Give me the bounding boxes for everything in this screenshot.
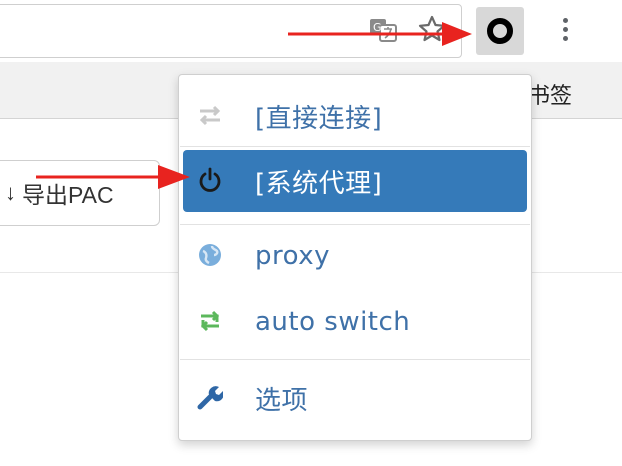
menu-item-options[interactable]: 选项 <box>183 367 527 429</box>
menu-item-label: [系统代理] <box>255 168 383 199</box>
menu-item-direct[interactable]: [直接连接] <box>183 85 527 147</box>
menu-item-auto-switch[interactable]: auto switch <box>183 291 527 353</box>
menu-item-system-proxy[interactable]: [系统代理] <box>183 150 527 212</box>
proxy-switch-popup: [直接连接] [系统代理] proxy auto switch 选项 <box>178 74 532 441</box>
annotation-arrow-icon <box>36 165 190 189</box>
auto-switch-icon <box>200 310 220 332</box>
menu-item-proxy[interactable]: proxy <box>183 225 527 287</box>
transfer-arrows-icon <box>199 105 221 126</box>
annotation-arrow-icon <box>288 22 472 46</box>
globe-icon <box>199 244 221 266</box>
bookmarks-label[interactable]: 书签 <box>528 78 572 110</box>
export-icon: ↓ <box>5 180 16 205</box>
switchyomega-ring-icon <box>487 18 513 44</box>
wrench-icon <box>197 386 223 410</box>
menu-item-label: [直接连接] <box>255 103 383 134</box>
menu-separator <box>180 146 530 147</box>
menu-item-label: auto switch <box>255 307 411 337</box>
switchyomega-extension-button[interactable] <box>476 7 524 55</box>
power-icon <box>199 167 221 192</box>
menu-item-label: proxy <box>255 241 331 271</box>
menu-separator <box>180 359 530 360</box>
more-vert-icon[interactable] <box>555 14 575 46</box>
menu-item-label: 选项 <box>255 385 309 416</box>
